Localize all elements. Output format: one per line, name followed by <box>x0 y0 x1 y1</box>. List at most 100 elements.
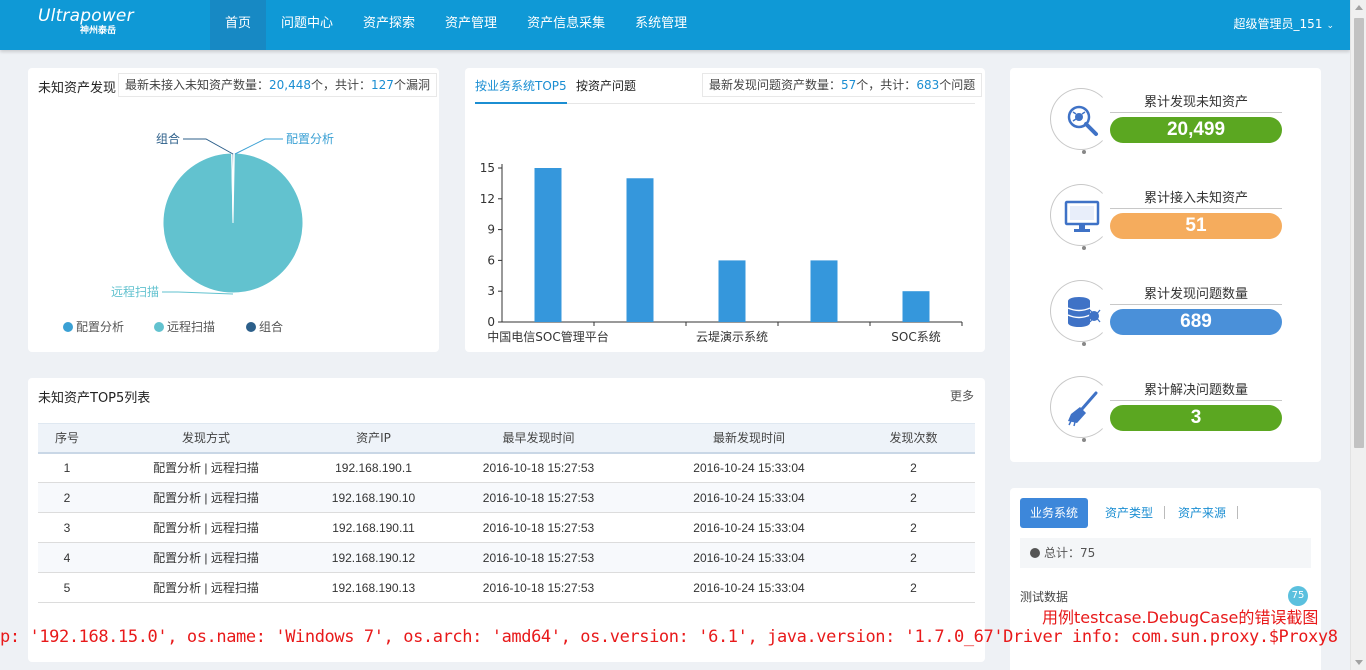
nav-asset-collect[interactable]: 资产信息采集 <box>512 0 620 50</box>
cell-index: 3 <box>38 512 96 543</box>
cell-first-time: 2016-10-18 15:27:53 <box>431 512 646 543</box>
bar[interactable] <box>626 178 654 322</box>
col-header-index[interactable]: 序号 <box>38 424 96 453</box>
cell-count: 2 <box>852 482 975 513</box>
bar[interactable] <box>534 168 562 322</box>
nav-asset-explore[interactable]: 资产探索 <box>348 0 430 50</box>
col-header-ip[interactable]: 资产IP <box>316 424 431 453</box>
stat-icon-circle <box>1050 280 1112 346</box>
more-link[interactable]: 更多 <box>950 387 974 404</box>
cell-last-time: 2016-10-24 15:33:04 <box>646 482 852 513</box>
cell-method: 配置分析 | 远程扫描 <box>96 572 316 603</box>
count-badge: 75 <box>1288 586 1308 606</box>
cell-index: 5 <box>38 572 96 603</box>
y-tick-label: 3 <box>487 284 495 298</box>
bar[interactable] <box>718 260 746 322</box>
vertical-scrollbar[interactable] <box>1350 0 1366 670</box>
cell-first-time: 2016-10-18 15:27:53 <box>431 482 646 513</box>
cell-ip: 192.168.190.1 <box>316 452 431 483</box>
pie-label-config: 配置分析 <box>286 132 334 146</box>
cell-ip: 192.168.190.13 <box>316 572 431 603</box>
tab-asset-type[interactable]: 资产类型 <box>1095 498 1163 528</box>
stat-label: 累计解决问题数量 <box>1110 379 1282 401</box>
ultrapower-logo[interactable]: Ultrapower 神州泰岳 <box>38 6 134 38</box>
error-screenshot-caption: 用例testcase.DebugCase的错误截图 <box>1042 608 1319 627</box>
stat-icon-circle <box>1050 376 1112 442</box>
error-detail-text: p: '192.168.15.0', os.name: 'Windows 7',… <box>0 627 1338 647</box>
tab-separator <box>1237 506 1238 519</box>
legend-marker-config <box>63 322 73 332</box>
panel-title: 未知资产TOP5列表 <box>38 391 151 406</box>
stat-icon-circle <box>1050 184 1112 250</box>
top-header: Ultrapower 神州泰岳 首页 问题中心 资产探索 资产管理 资产信息采集… <box>0 0 1350 50</box>
logo-subtext: 神州泰岳 <box>80 26 117 36</box>
pie-leader-combo <box>183 138 234 155</box>
col-header-method[interactable]: 发现方式 <box>96 424 316 453</box>
table-header-row: 序号 发现方式 资产IP 最早发现时间 最新发现时间 发现次数 <box>38 423 975 453</box>
cell-index: 4 <box>38 542 96 573</box>
total-bar: 总计：75 <box>1020 538 1311 568</box>
monitor-icon <box>1064 200 1100 232</box>
bar[interactable] <box>902 291 930 322</box>
tab-asset-source[interactable]: 资产来源 <box>1168 498 1236 528</box>
unknown-asset-top5-panel: 未知资产TOP5列表 更多 序号 发现方式 资产IP 最早发现时间 最新发现时间… <box>28 378 985 662</box>
nav-asset-manage[interactable]: 资产管理 <box>430 0 512 50</box>
table-row[interactable]: 5 配置分析 | 远程扫描 192.168.190.13 2016-10-18 … <box>38 572 975 603</box>
cell-ip: 192.168.190.10 <box>316 482 431 513</box>
stat-dot <box>1082 438 1086 442</box>
pie-legend: 配置分析 远程扫描 组合 <box>63 319 283 334</box>
table-row[interactable]: 4 配置分析 | 远程扫描 192.168.190.12 2016-10-18 … <box>38 542 975 573</box>
stat-discovered-unknown: 累计发现未知资产 20,499 <box>1050 88 1282 158</box>
pie-label-scan: 远程扫描 <box>111 284 159 299</box>
scrollbar-thumb[interactable] <box>1354 18 1364 448</box>
legend-label-combo[interactable]: 组合 <box>259 319 283 334</box>
cell-ip: 192.168.190.11 <box>316 512 431 543</box>
stat-dot <box>1082 342 1086 346</box>
cell-first-time: 2016-10-18 15:27:53 <box>431 452 646 483</box>
discovery-pie-chart: 组合 配置分析 远程扫描 配置分析 远程扫描 组合 <box>63 131 334 334</box>
cell-method: 配置分析 | 远程扫描 <box>96 482 316 513</box>
business-bar-chart: 0 3 6 9 12 15 中国电信SOC管理平台 云堤演示系统 SOC系统 <box>480 161 963 344</box>
tab-separator <box>1164 506 1165 519</box>
user-menu[interactable]: 超级管理员_151 ⌄ <box>1234 0 1334 50</box>
legend-marker-combo <box>246 322 256 332</box>
stat-value-pill: 51 <box>1110 213 1282 239</box>
tab-business-system[interactable]: 业务系统 <box>1020 498 1089 528</box>
table-row[interactable]: 1 配置分析 | 远程扫描 192.168.190.1 2016-10-18 1… <box>38 452 975 483</box>
legend-label-config[interactable]: 配置分析 <box>76 320 124 334</box>
cell-method: 配置分析 | 远程扫描 <box>96 542 316 573</box>
scroll-down-arrow-icon[interactable] <box>1355 660 1363 665</box>
bar[interactable] <box>810 260 838 322</box>
cell-index: 2 <box>38 482 96 513</box>
nav-home[interactable]: 首页 <box>210 0 267 50</box>
col-header-first-time[interactable]: 最早发现时间 <box>431 424 646 453</box>
nav-problem-center[interactable]: 问题中心 <box>266 0 348 50</box>
legend-label-scan[interactable]: 远程扫描 <box>167 319 215 334</box>
cell-first-time: 2016-10-18 15:27:53 <box>431 572 646 603</box>
database-bug-icon <box>1067 297 1101 327</box>
stat-value-pill: 3 <box>1110 405 1282 431</box>
col-header-count[interactable]: 发现次数 <box>852 424 975 453</box>
business-top5-panel: 按业务系统TOP5 按资产问题 最新发现问题资产数量：57个，共计：683个问题… <box>465 68 985 352</box>
stat-dot <box>1082 246 1086 250</box>
user-name: 超级管理员_151 <box>1233 17 1323 31</box>
stat-icon-circle <box>1050 88 1112 154</box>
stat-label: 累计发现未知资产 <box>1110 91 1282 113</box>
magnify-bug-icon <box>1067 105 1098 136</box>
chevron-down-icon: ⌄ <box>1326 21 1334 31</box>
broom-icon <box>1068 391 1098 427</box>
total-text: 总计：75 <box>1044 546 1096 560</box>
table-row[interactable]: 2 配置分析 | 远程扫描 192.168.190.10 2016-10-18 … <box>38 482 975 513</box>
scroll-up-arrow-icon[interactable] <box>1355 5 1363 10</box>
x-tick-label: 云堤演示系统 <box>696 329 768 344</box>
y-tick-label: 0 <box>487 315 495 329</box>
list-item-label[interactable]: 测试数据 <box>1020 588 1068 605</box>
pie-leader-config <box>234 138 283 155</box>
nav-system-manage[interactable]: 系统管理 <box>620 0 702 50</box>
table-row[interactable]: 3 配置分析 | 远程扫描 192.168.190.11 2016-10-18 … <box>38 512 975 543</box>
y-tick-label: 9 <box>487 223 495 237</box>
x-tick-label: SOC系统 <box>891 330 940 344</box>
col-header-last-time[interactable]: 最新发现时间 <box>646 424 852 453</box>
main-nav: 首页 问题中心 资产探索 资产管理 资产信息采集 系统管理 <box>210 0 702 50</box>
stat-solved-problems: 累计解决问题数量 3 <box>1050 376 1282 446</box>
